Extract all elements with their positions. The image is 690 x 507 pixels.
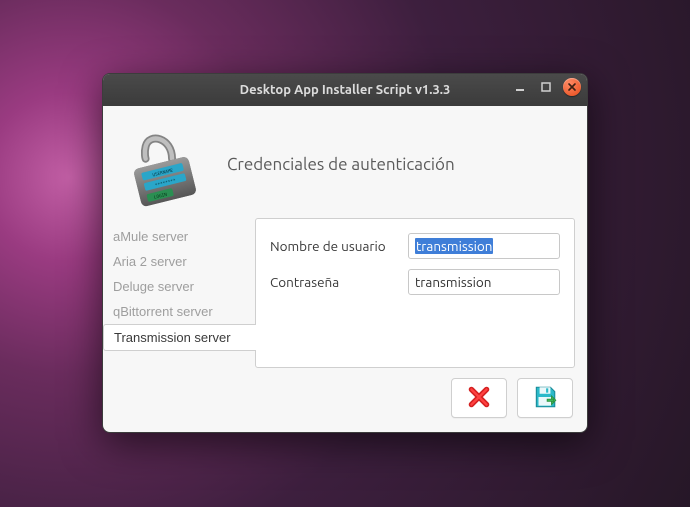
password-value: transmission [415,274,491,290]
header-area: USERNAME ******** LOGIN Credenciales de … [103,106,587,218]
dialog-footer [103,368,587,432]
username-value: transmission [415,238,493,254]
tab-transmission-server[interactable]: Transmission server [103,324,256,351]
window-title: Desktop App Installer Script v1.3.3 [240,83,451,97]
username-input[interactable]: transmission [408,233,560,259]
tab-qbittorrent-server[interactable]: qBittorrent server [103,299,255,324]
tab-amule-server[interactable]: aMule server [103,224,255,249]
username-row: Nombre de usuario transmission [270,233,560,259]
tab-aria2-server[interactable]: Aria 2 server [103,249,255,274]
tab-list: aMule server Aria 2 server Deluge server… [103,218,255,368]
close-button[interactable] [563,78,581,96]
password-row: Contraseña transmission [270,269,560,295]
form-panel: Nombre de usuario transmission Contraseñ… [255,218,575,368]
dialog-heading: Credenciales de autenticación [227,155,455,174]
titlebar: Desktop App Installer Script v1.3.3 [103,74,587,106]
minimize-button[interactable] [511,78,529,96]
cancel-icon [466,384,492,413]
tab-deluge-server[interactable]: Deluge server [103,274,255,299]
dialog-window: Desktop App Installer Script v1.3.3 [102,73,588,433]
padlock-icon: USERNAME ******** LOGIN [121,120,209,208]
username-label: Nombre de usuario [270,238,398,254]
maximize-button[interactable] [537,78,555,96]
save-button[interactable] [517,378,573,418]
cancel-button[interactable] [451,378,507,418]
password-input[interactable]: transmission [408,269,560,295]
password-label: Contraseña [270,274,398,290]
window-controls [511,78,581,96]
body-area: aMule server Aria 2 server Deluge server… [103,218,587,368]
floppy-save-icon [532,384,558,413]
content-area: USERNAME ******** LOGIN Credenciales de … [103,106,587,432]
